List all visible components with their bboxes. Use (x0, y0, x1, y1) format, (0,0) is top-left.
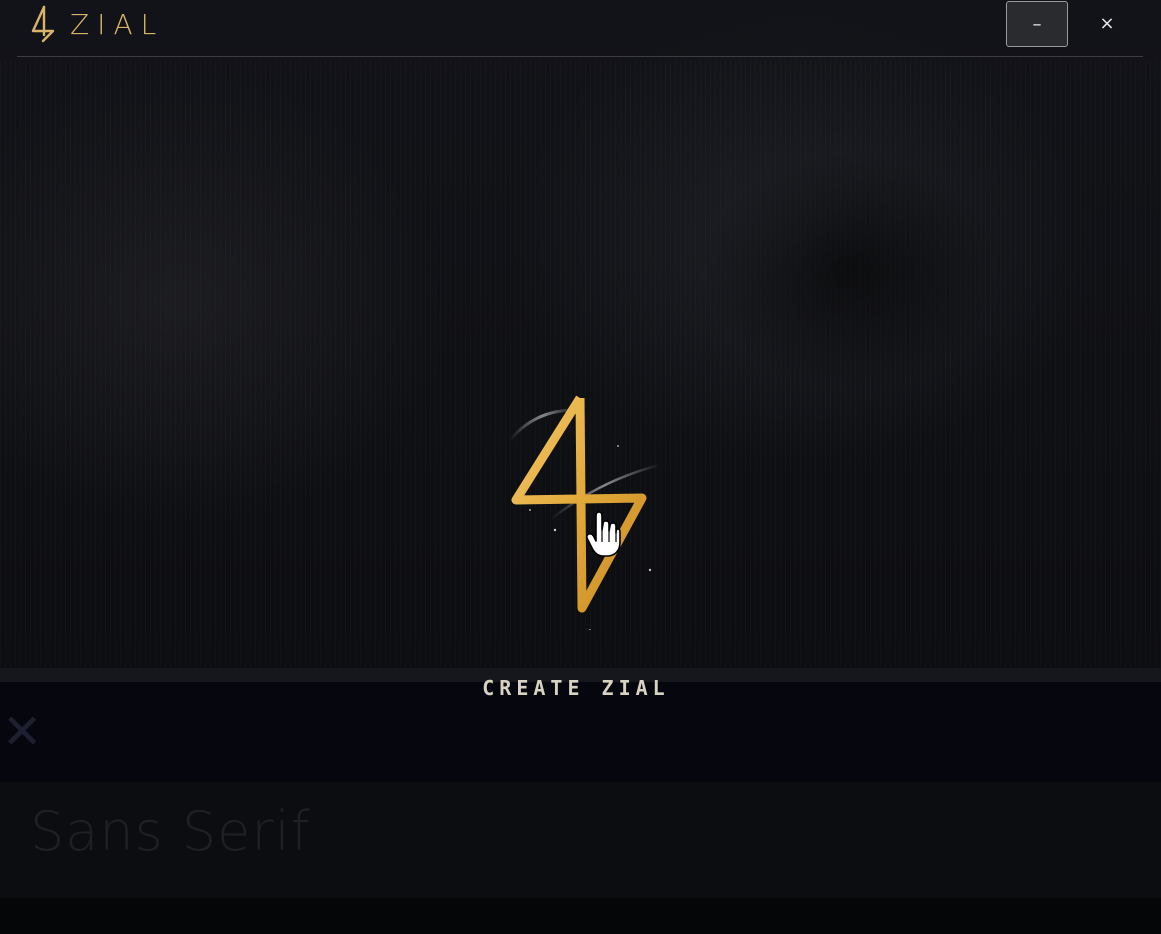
zial-logo-icon (30, 5, 56, 43)
minimize-icon: – (1032, 13, 1042, 35)
background-shadow (700, 150, 1000, 390)
create-zial-logo-button[interactable] (490, 380, 670, 631)
app-title: ZIAL (70, 7, 165, 41)
brand: ZIAL (30, 4, 164, 44)
font-sample-text: Sans Serif (30, 800, 311, 863)
background-footer (0, 898, 1161, 934)
close-button[interactable]: × (1086, 1, 1128, 45)
close-icon: × (1099, 12, 1115, 34)
zial-bolt-logo-icon (508, 395, 661, 631)
title-bar: ZIAL – × (0, 0, 1161, 56)
background-close-icon: ✕ (2, 704, 43, 760)
title-divider (17, 56, 1143, 57)
hand-cursor-icon (585, 510, 621, 558)
minimize-button[interactable]: – (1006, 1, 1068, 47)
app-window: ZIAL – × ✕ Sans Serif CREATE ZIAL (0, 0, 1161, 934)
create-zial-button[interactable]: CREATE ZIAL (0, 676, 1152, 700)
